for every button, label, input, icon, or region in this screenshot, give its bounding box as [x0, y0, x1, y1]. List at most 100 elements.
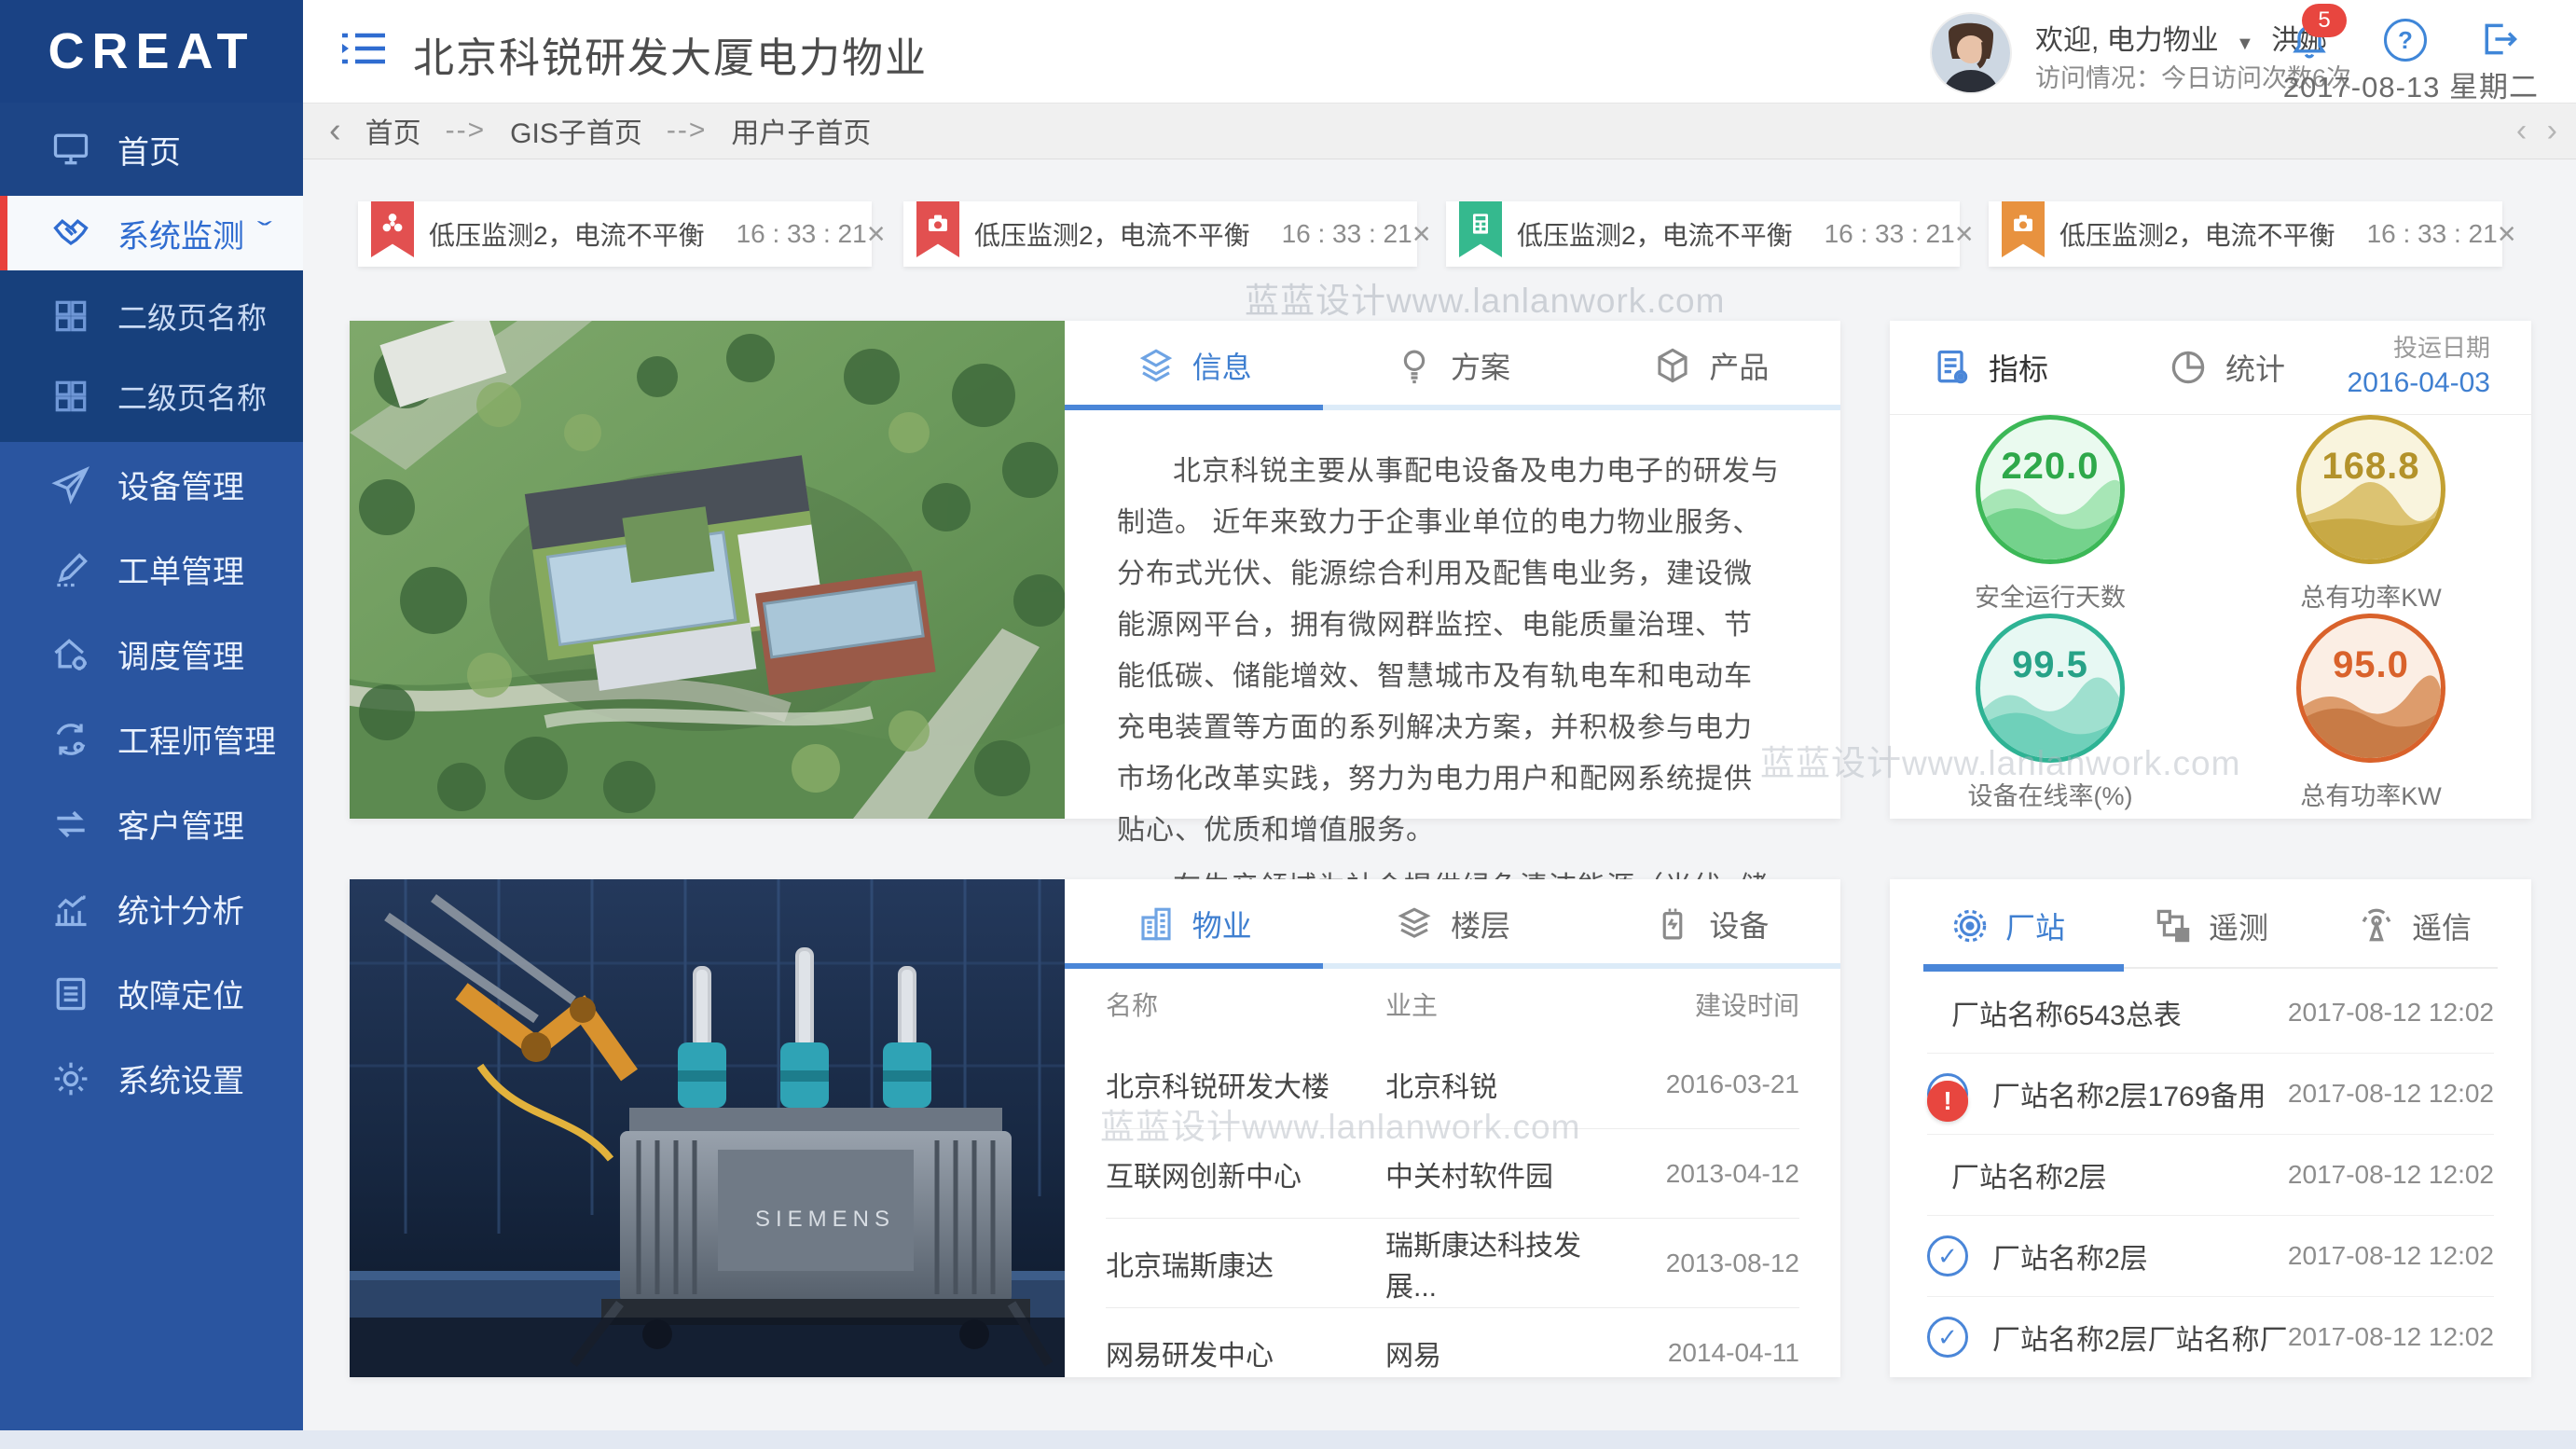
paper-plane-icon — [50, 464, 91, 505]
table-row[interactable]: 网易研发中心 网易 2014-04-11 — [1106, 1308, 1799, 1397]
tab-property[interactable]: 物业 — [1065, 879, 1323, 969]
cell-date: 2013-04-12 — [1665, 1158, 1799, 1188]
sidebar-item-label: 设备管理 — [117, 470, 244, 505]
watermark: 蓝蓝设计www.lanlanwork.com — [1245, 282, 1726, 320]
tab-label: 产品 — [1709, 351, 1770, 384]
gauge-label: 总有功率KW — [2300, 782, 2442, 811]
logo: CREAT — [0, 0, 303, 103]
alert-ribbon-calculator-icon — [1459, 201, 1502, 257]
tab-label: 设备 — [1709, 909, 1770, 943]
bottom-strip — [0, 1430, 2576, 1449]
table-row[interactable]: 北京瑞斯康达 瑞斯康达科技发展... 2013-08-12 — [1106, 1219, 1799, 1308]
alert-card-4: 低压监测2，电流不平衡 16 : 33 : 21 × — [1989, 201, 2516, 267]
close-icon[interactable]: × — [867, 218, 886, 250]
monitor-icon — [50, 129, 91, 170]
check-status-icon: ✓ — [1927, 1235, 1968, 1276]
menu-toggle-icon[interactable] — [338, 26, 391, 76]
cell-date: 2016-03-21 — [1665, 1069, 1799, 1098]
station-time: 2017-08-12 12:02 — [2287, 1079, 2494, 1108]
tab-statistics[interactable]: 统计 — [2168, 346, 2285, 389]
sidebar-item-workorders[interactable]: 工单管理 — [0, 527, 303, 612]
breadcrumb-separator: --> — [666, 115, 708, 145]
tab-product[interactable]: 产品 — [1582, 321, 1840, 410]
cell-owner: 北京科锐 — [1385, 1071, 1497, 1103]
logout-icon[interactable] — [2479, 19, 2520, 60]
list-item[interactable]: ! 厂站名称2层 2017-08-12 12:02 — [1927, 1081, 2494, 1216]
list-item[interactable]: ✓ 厂站名称2层1769备用 2017-08-12 12:02 — [1927, 1054, 2494, 1135]
close-icon[interactable]: × — [1955, 218, 1974, 250]
column-name: 名称 — [1106, 991, 1159, 1020]
gauge-label: 设备在线率(%) — [1967, 782, 2133, 811]
info-tabs: 信息 方案 产品 — [1065, 321, 1840, 410]
column-owner: 业主 — [1385, 991, 1439, 1020]
alert-time: 16 : 33 : 21 — [1824, 219, 1955, 248]
sidebar-item-home[interactable]: 首页 — [0, 103, 303, 196]
sidebar-item-statistics[interactable]: 统计分析 — [0, 866, 303, 951]
sidebar-item-system-monitor[interactable]: 系统监测 ˇ — [0, 196, 303, 270]
alert-ribbon-camera-icon — [2002, 201, 2045, 257]
sidebar-item-engineers[interactable]: 工程师管理 — [0, 697, 303, 781]
station-time: 2017-08-12 12:02 — [2287, 1160, 2494, 1189]
sidebar-item-label: 工程师管理 — [117, 724, 276, 760]
station-card: 厂站 遥测 遥信 ! 厂站名称6543总表 2017-08-12 12:02 ✓… — [1890, 879, 2531, 1377]
tab-station[interactable]: 厂站 — [1949, 904, 2065, 947]
commission-date-value[interactable]: 2016-04-03 — [2348, 365, 2490, 403]
tab-info[interactable]: 信息 — [1065, 321, 1323, 410]
breadcrumb-pager-icons[interactable]: ‹ › — [2516, 113, 2563, 149]
sidebar-item-fault-location[interactable]: 故障定位 — [0, 951, 303, 1036]
alert-text: 低压监测2，电流不平衡 — [2059, 221, 2335, 250]
alert-text: 低压监测2，电流不平衡 — [974, 221, 1250, 250]
breadcrumb-home[interactable]: 首页 — [365, 110, 421, 151]
lightbulb-icon — [1395, 346, 1434, 385]
tab-indicators[interactable]: 指标 — [1931, 346, 2048, 389]
sidebar-item-dispatch[interactable]: 调度管理 — [0, 612, 303, 697]
sidebar-item-customers[interactable]: 客户管理 — [0, 781, 303, 866]
company-paragraph-1: 北京科锐主要从事配电设备及电力电子的研发与制造。 近年来致力于企事业单位的电力物… — [1117, 456, 1780, 846]
tab-telesignal[interactable]: 遥信 — [2356, 904, 2472, 947]
tab-devices[interactable]: 设备 — [1582, 879, 1840, 969]
alert-ribbon-fan-icon — [371, 201, 414, 257]
alert-ribbon-camera-icon — [916, 201, 959, 257]
stack-icon — [1395, 904, 1434, 944]
swap-arrows-icon — [50, 804, 91, 845]
list-item[interactable]: ✓ 厂站名称2层厂站名称厂站... 2017-08-12 12:02 — [1927, 1297, 2494, 1377]
cell-name: 北京瑞斯康达 — [1106, 1250, 1274, 1282]
welcome-line[interactable]: 欢迎, 电力物业 ▼ 洪娜 — [2035, 17, 2327, 58]
cube-icon — [1653, 346, 1692, 385]
header: 北京科锐研发大厦电力物业 欢迎, 电力物业 ▼ 洪娜 访问情况：今日访问次数6次… — [303, 0, 2576, 104]
grid-icon — [50, 296, 91, 337]
transformer-photo: SIEMENS — [350, 879, 1065, 1377]
back-chevron-icon[interactable]: ‹ — [329, 111, 341, 151]
cell-owner: 瑞斯康达科技发展... — [1385, 1230, 1581, 1303]
table-row[interactable]: 互联网创新中心 中关村软件园 2013-04-12 — [1106, 1129, 1799, 1219]
close-icon[interactable]: × — [2498, 218, 2516, 250]
list-item[interactable]: ✓ 厂站名称2层 2017-08-12 12:02 — [1927, 1216, 2494, 1297]
gauge-label: 总有功率KW — [2300, 583, 2442, 612]
avatar[interactable] — [1930, 12, 2012, 94]
house-gear-icon — [50, 634, 91, 675]
bell-icon[interactable]: 5 — [2289, 4, 2347, 60]
building-icon — [1136, 904, 1176, 944]
close-icon[interactable]: × — [1412, 218, 1431, 250]
tab-label: 信息 — [1192, 351, 1252, 384]
list-item[interactable]: ! 厂站名称6543总表 2017-08-12 12:02 — [1927, 973, 2494, 1122]
sidebar-item-devices[interactable]: 设备管理 — [0, 442, 303, 527]
table-row[interactable]: 北京科锐研发大楼 北京科锐 2016-03-21 — [1106, 1040, 1799, 1129]
tab-telemetry[interactable]: 遥测 — [2153, 904, 2268, 947]
tab-floors[interactable]: 楼层 — [1323, 879, 1581, 969]
alert-status-icon: ! — [1927, 1081, 1968, 1122]
tab-solution[interactable]: 方案 — [1323, 321, 1581, 410]
gauge-value: 99.5 — [2012, 644, 2088, 686]
nodes-icon — [2153, 905, 2194, 946]
help-icon[interactable]: ? — [2384, 19, 2427, 62]
breadcrumb-gis[interactable]: GIS子首页 — [510, 110, 642, 151]
sidebar-subitem-2[interactable]: 二级页名称 — [0, 356, 303, 436]
metrics-card: 指标 统计 投运日期 2016-04-03 220.0 安全运行天数 168.8 — [1890, 321, 2531, 819]
station-name: 厂站名称2层 — [1951, 1163, 2107, 1194]
breadcrumb-user[interactable]: 用户子首页 — [731, 110, 871, 151]
header-icons: 5 ? — [2289, 4, 2520, 62]
sidebar-subitem-1[interactable]: 二级页名称 — [0, 276, 303, 356]
sidebar-item-settings[interactable]: 系统设置 — [0, 1036, 303, 1121]
tab-underline — [1065, 963, 1840, 969]
station-name: 厂站名称2层 — [1992, 1244, 2148, 1275]
